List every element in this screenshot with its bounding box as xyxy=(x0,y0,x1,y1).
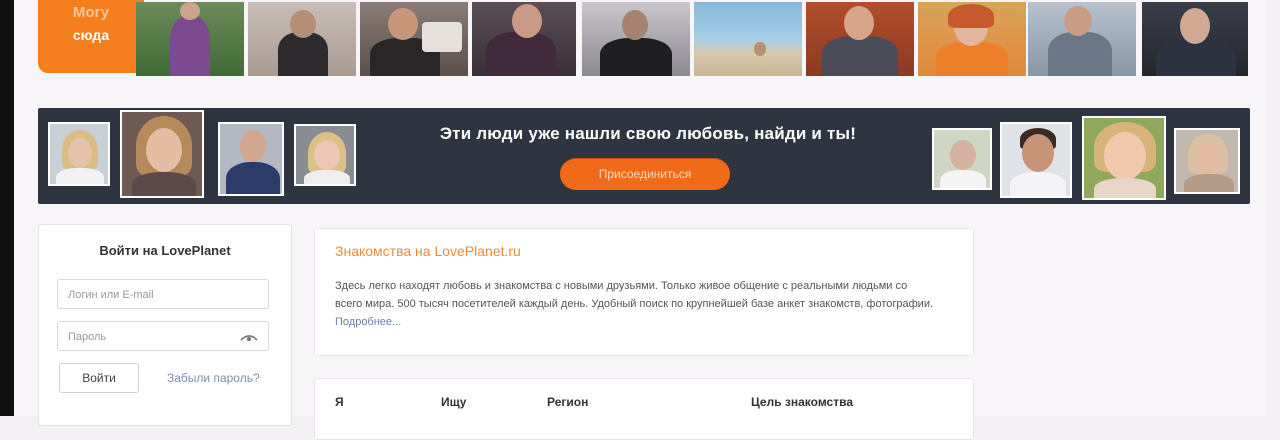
about-description: Здесь легко находят любовь и знакомства … xyxy=(335,280,934,310)
tile-line-1: Могу xyxy=(72,4,110,21)
show-password-icon[interactable] xyxy=(240,332,258,342)
success-stories-banner: Эти люди уже нашли свою любовь, найди и … xyxy=(38,108,1250,204)
about-panel: Знакомства на LovePlanet.ru Здесь легко … xyxy=(314,228,974,356)
search-label-goal: Цель знакомства xyxy=(751,395,853,409)
login-input[interactable]: Логин или E-mail xyxy=(57,279,269,309)
add-me-tile[interactable]: Могу сюда xyxy=(38,0,144,73)
couple-photo[interactable] xyxy=(1174,128,1240,194)
password-input[interactable]: Пароль xyxy=(57,321,269,351)
strip-photo[interactable] xyxy=(248,2,356,76)
login-panel: Войти на LovePlanet Логин или E-mail Пар… xyxy=(38,224,292,426)
screen-edge-left xyxy=(0,0,14,416)
couple-photo[interactable] xyxy=(120,110,204,198)
search-label-seek: Ищу xyxy=(441,395,467,409)
tile-line-2: сюда xyxy=(72,27,110,43)
login-title: Войти на LovePlanet xyxy=(99,243,231,258)
strip-photo[interactable] xyxy=(472,2,576,76)
join-button[interactable]: Присоединиться xyxy=(560,158,730,190)
search-label-i: Я xyxy=(335,395,344,409)
login-button[interactable]: Войти xyxy=(59,363,139,393)
couple-photo[interactable] xyxy=(294,124,356,186)
strip-photo[interactable] xyxy=(360,2,468,76)
strip-photo[interactable] xyxy=(806,2,914,76)
about-title[interactable]: Знакомства на LovePlanet.ru xyxy=(335,243,521,259)
strip-photo[interactable] xyxy=(694,2,802,76)
search-panel: Я Ищу Регион Цель знакомства xyxy=(314,378,974,440)
couple-photo[interactable] xyxy=(48,122,110,186)
password-placeholder: Пароль xyxy=(68,331,107,343)
strip-photo[interactable] xyxy=(1142,2,1248,76)
couple-photo[interactable] xyxy=(932,128,992,190)
about-text: Здесь легко находят любовь и знакомства … xyxy=(335,277,935,331)
strip-photo[interactable] xyxy=(136,2,244,76)
read-more-link[interactable]: Подробнее... xyxy=(335,316,401,328)
banner-title: Эти люди уже нашли свою любовь, найди и … xyxy=(439,124,857,143)
strip-photo[interactable] xyxy=(1028,2,1136,76)
couple-photo[interactable] xyxy=(1082,116,1166,200)
forgot-password-link[interactable]: Забыли пароль? xyxy=(167,371,260,385)
search-label-region: Регион xyxy=(547,395,589,409)
strip-photo[interactable] xyxy=(582,2,690,76)
profile-photo-strip: Могу сюда xyxy=(38,0,1250,80)
couple-photo[interactable] xyxy=(1000,122,1072,198)
strip-photo[interactable] xyxy=(918,2,1026,76)
couple-photo[interactable] xyxy=(218,122,284,196)
